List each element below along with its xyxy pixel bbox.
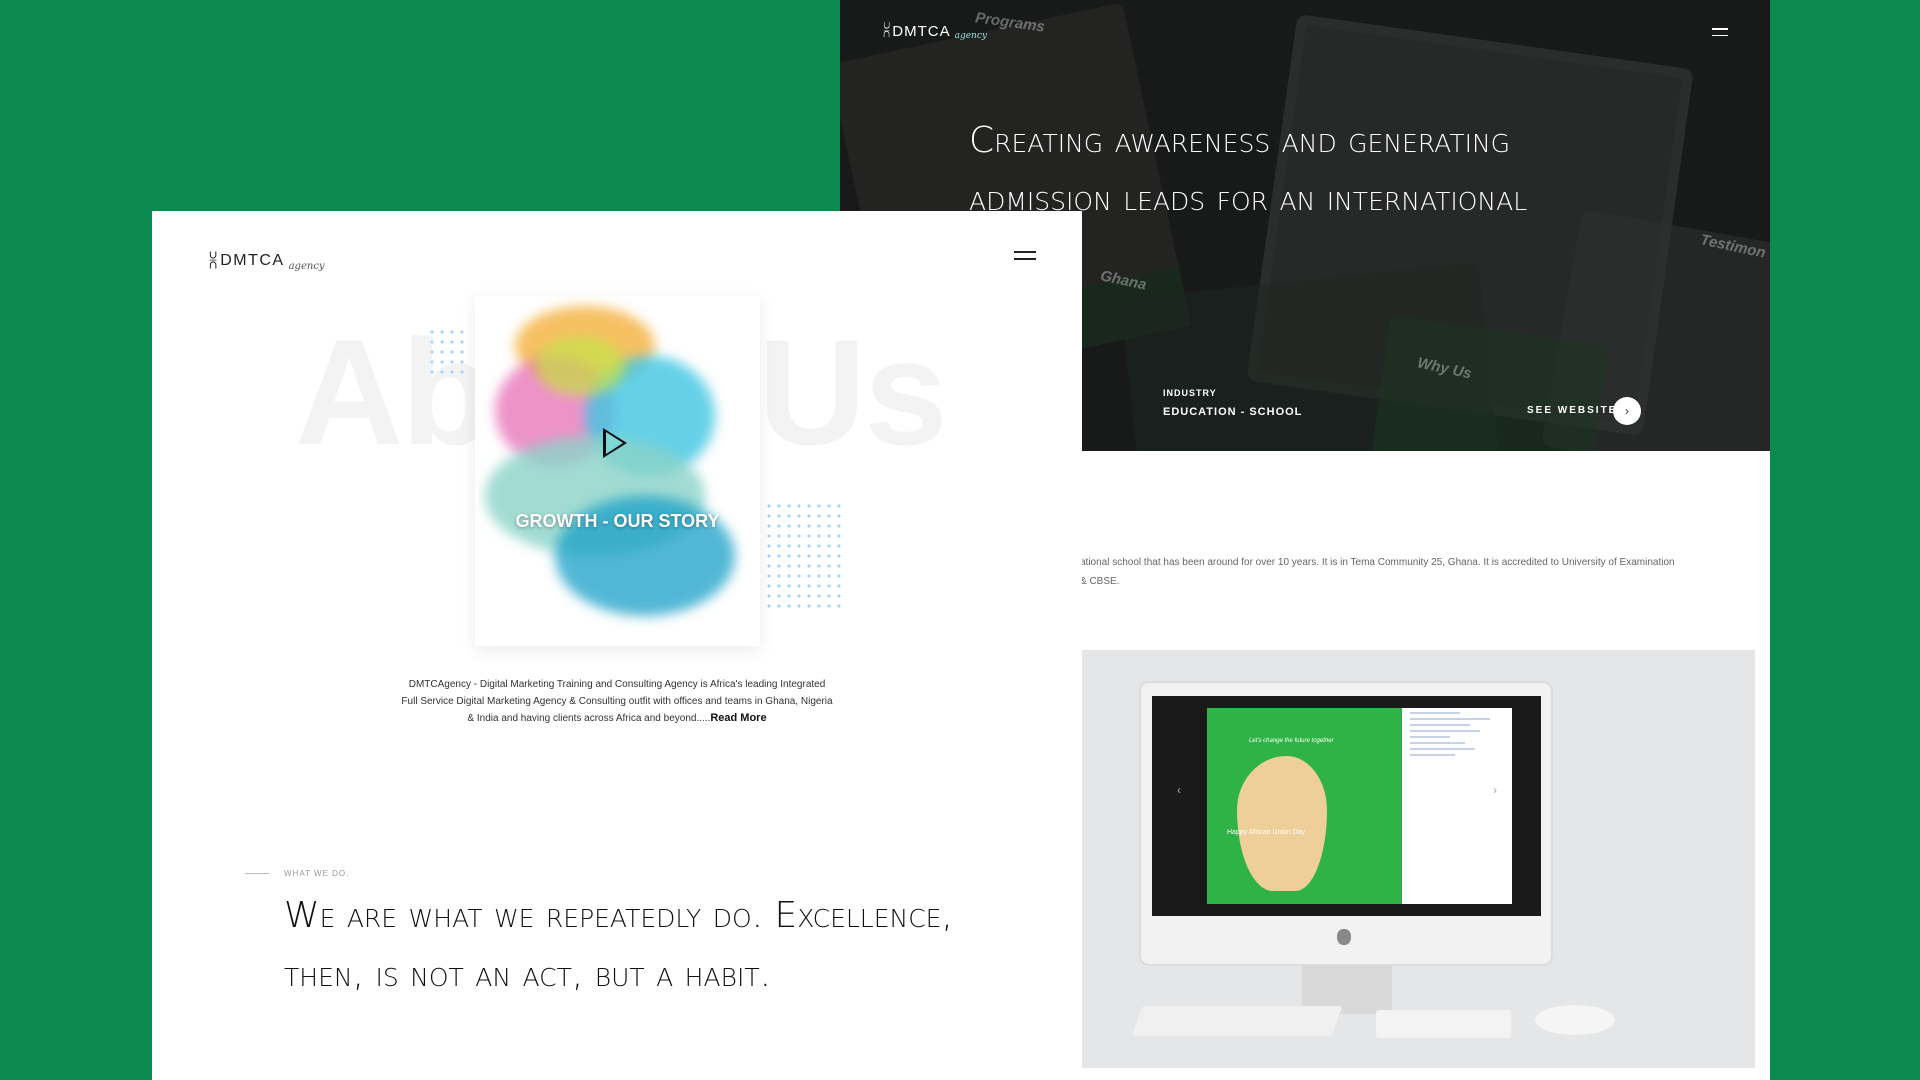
trackpad-image <box>1376 1010 1511 1038</box>
see-website-link[interactable]: SEE WEBSITE <box>1527 405 1617 416</box>
hamburger-menu-icon[interactable] <box>1712 28 1728 36</box>
divider-line <box>245 873 269 874</box>
mouse-image <box>1535 1005 1615 1035</box>
instagram-post-image: Let's change the future together Happy A… <box>1207 708 1402 904</box>
hamburger-menu-icon[interactable] <box>1014 251 1036 263</box>
read-more-link[interactable]: Read More <box>710 712 766 724</box>
quote-heading: We are what we repeatedly do. Excellence… <box>284 895 953 995</box>
post-day-text: Happy African Union Day <box>1227 829 1306 836</box>
logo-mark-icon: ⩈ <box>209 250 218 270</box>
about-text: DMTCAgency - Digital Marketing Training … <box>400 677 834 728</box>
industry-label: INDUSTRY <box>1163 388 1217 398</box>
chevron-right-icon[interactable]: › <box>1493 783 1497 797</box>
logo-mark-icon: ⩈ <box>883 22 891 39</box>
about-body: DMTCAgency - Digital Marketing Training … <box>401 679 833 724</box>
logo-script: agency <box>954 31 987 41</box>
logo-name: DMTCA <box>892 22 951 40</box>
dot-pattern <box>427 327 467 377</box>
hero-logo[interactable]: ⩈ DMTCA agency <box>883 21 987 41</box>
section-label: WHAT WE DO. <box>284 869 350 878</box>
apple-logo-icon <box>1337 929 1351 945</box>
keyboard-image <box>1131 1006 1343 1036</box>
industry-value: EDUCATION - SCHOOL <box>1163 406 1303 418</box>
about-page: ⩈ DMTCA agency About Us GROWTH - OUR STO… <box>152 211 1082 1080</box>
play-icon[interactable] <box>603 428 627 458</box>
instagram-comments-panel <box>1402 708 1512 904</box>
site-logo[interactable]: ⩈ DMTCA agency <box>209 249 325 272</box>
logo-name: DMTCA <box>220 251 285 269</box>
chevron-left-icon[interactable]: ‹ <box>1177 783 1181 797</box>
africa-map-image <box>1237 756 1327 891</box>
story-video-card[interactable]: GROWTH - OUR STORY <box>475 296 760 646</box>
imac-mockup: Let's change the future together Happy A… <box>1139 681 1553 966</box>
case-description: ational school that has been around for … <box>1080 557 1675 587</box>
product-mockup: Let's change the future together Happy A… <box>1080 650 1755 1068</box>
arrow-right-icon[interactable]: › <box>1613 397 1641 425</box>
dot-pattern <box>764 501 846 609</box>
logo-script: agency <box>288 261 325 272</box>
imac-screen: Let's change the future together Happy A… <box>1152 696 1541 916</box>
card-title: GROWTH - OUR STORY <box>515 511 720 531</box>
post-caption: Let's change the future together <box>1249 738 1334 744</box>
